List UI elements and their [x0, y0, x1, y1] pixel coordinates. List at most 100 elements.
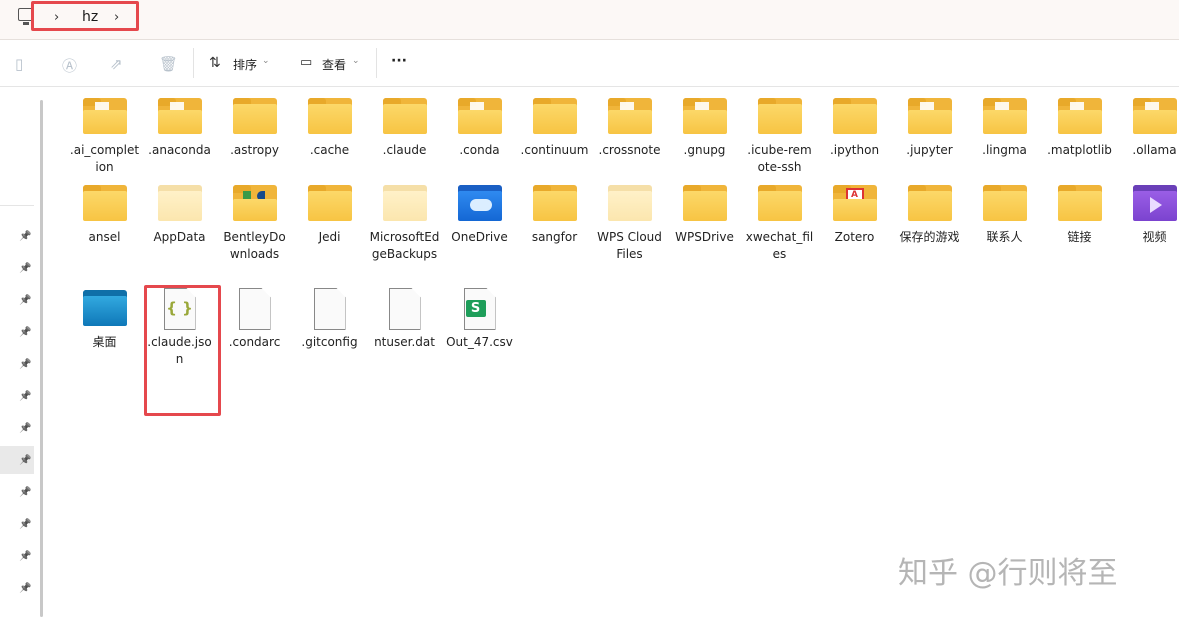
file-item[interactable]: .cache	[292, 95, 367, 159]
pin-icon[interactable]: 📌	[19, 231, 31, 242]
share-icon[interactable]: ⇗	[110, 55, 123, 73]
file-item[interactable]: WPS Cloud Files	[592, 182, 667, 263]
file-item[interactable]: AppData	[142, 182, 217, 246]
pin-icon[interactable]: 📌	[19, 327, 31, 338]
navigation-pane: 📌 📌 📌 📌 📌 📌 📌 📌 📌 📌 📌 📌	[0, 88, 41, 617]
file-item[interactable]: .claude	[367, 95, 442, 159]
file-item[interactable]: 联系人	[967, 182, 1042, 246]
file-name: 链接	[1067, 230, 1092, 244]
pin-icon[interactable]: 📌	[19, 359, 31, 370]
file-icon	[233, 288, 277, 330]
file-item[interactable]: 桌面	[67, 287, 142, 351]
folder-icon	[307, 98, 352, 136]
file-name: .jupyter	[906, 143, 953, 157]
file-item[interactable]: S Out_47.csv	[442, 287, 517, 351]
folder-icon	[757, 185, 802, 223]
more-options-button[interactable]: ···	[391, 53, 407, 69]
file-item[interactable]: .condarc	[217, 287, 292, 351]
bentley-folder-icon	[232, 185, 277, 223]
file-item[interactable]: .conda	[442, 95, 517, 159]
file-item[interactable]: 保存的游戏	[892, 182, 967, 246]
folder-icon	[382, 98, 427, 136]
file-item[interactable]: .jupyter	[892, 95, 967, 159]
pin-icon[interactable]: 📌	[19, 487, 31, 498]
folder-icon	[682, 185, 727, 223]
file-item[interactable]: .continuum	[517, 95, 592, 159]
breadcrumb-hz[interactable]: hz	[82, 9, 98, 25]
pin-icon[interactable]: 📌	[19, 263, 31, 274]
file-item[interactable]: ntuser.dat	[367, 287, 442, 351]
file-name: Zotero	[834, 230, 875, 244]
paste-icon[interactable]: ▯	[15, 55, 23, 73]
file-item[interactable]: 链接	[1042, 182, 1117, 246]
file-item[interactable]: .gitconfig	[292, 287, 367, 351]
folder-icon	[607, 98, 652, 136]
pin-icon[interactable]: 📌	[19, 391, 31, 402]
folder-icon	[457, 98, 502, 136]
file-item[interactable]: OneDrive	[442, 182, 517, 246]
file-item[interactable]: sangfor	[517, 182, 592, 246]
chevron-right-icon[interactable]: ›	[114, 10, 119, 25]
file-item[interactable]: .matplotlib	[1042, 95, 1117, 159]
pin-icon[interactable]: 📌	[19, 583, 31, 594]
pin-icon[interactable]: 📌	[19, 295, 31, 306]
file-item[interactable]: .astropy	[217, 95, 292, 159]
pin-icon[interactable]: 📌	[19, 519, 31, 530]
file-item[interactable]: .anaconda	[142, 95, 217, 159]
folder-icon	[1057, 185, 1102, 223]
file-name: .conda	[459, 143, 500, 157]
file-name: 保存的游戏	[899, 230, 960, 244]
file-name: AppData	[153, 230, 206, 244]
pin-icon[interactable]: 📌	[19, 455, 31, 466]
file-name: .cache	[309, 143, 350, 157]
file-item[interactable]: A Zotero	[817, 182, 892, 246]
folder-icon	[82, 98, 127, 136]
file-name: BentleyDownloads	[223, 230, 286, 261]
file-name: MicrosoftEdgeBackups	[369, 230, 440, 261]
file-item[interactable]: MicrosoftEdgeBackups	[367, 182, 442, 263]
file-item[interactable]: .lingma	[967, 95, 1042, 159]
rename-icon[interactable]: Ⓐ	[62, 55, 77, 76]
pin-icon[interactable]: 📌	[19, 423, 31, 434]
file-name: Jedi	[318, 230, 341, 244]
file-name: .ollama	[1132, 143, 1177, 157]
divider	[376, 48, 377, 78]
sort-icon[interactable]: ⇅	[209, 55, 221, 71]
file-name: .gitconfig	[301, 335, 358, 349]
file-item[interactable]: .ai_completion	[67, 95, 142, 176]
file-name: .icube-remote-ssh	[747, 143, 812, 174]
folder-icon	[832, 98, 877, 136]
folder-icon	[607, 185, 652, 223]
folder-icon	[1057, 98, 1102, 136]
file-item[interactable]: .gnupg	[667, 95, 742, 159]
file-item[interactable]: .ollama	[1117, 95, 1179, 159]
file-item[interactable]: Jedi	[292, 182, 367, 246]
file-icon	[308, 288, 352, 330]
csv-file-icon: S	[458, 288, 502, 330]
folder-icon	[982, 98, 1027, 136]
folder-icon	[82, 185, 127, 223]
file-item[interactable]: WPSDrive	[667, 182, 742, 246]
file-item[interactable]: 视频	[1117, 182, 1179, 246]
folder-icon	[907, 185, 952, 223]
view-icon[interactable]: ▭	[300, 55, 312, 70]
file-item[interactable]: .ipython	[817, 95, 892, 159]
file-name: .ai_completion	[69, 143, 140, 174]
pin-icon[interactable]: 📌	[19, 551, 31, 562]
file-item[interactable]: BentleyDownloads	[217, 182, 292, 263]
folder-icon	[382, 185, 427, 223]
breadcrumb-highlight: › hz ›	[31, 1, 139, 31]
file-item[interactable]: .crossnote	[592, 95, 667, 159]
sort-button[interactable]: 排序	[233, 56, 257, 73]
scrollbar[interactable]	[40, 100, 43, 617]
chevron-right-icon[interactable]: ›	[54, 10, 59, 25]
file-item[interactable]: xwechat_files	[742, 182, 817, 263]
view-button[interactable]: 查看	[322, 56, 346, 73]
file-name: Out_47.csv	[446, 335, 513, 349]
divider	[193, 48, 194, 78]
folder-icon	[1132, 98, 1177, 136]
file-item[interactable]: .icube-remote-ssh	[742, 95, 817, 176]
chevron-down-icon: ⌄	[262, 56, 270, 66]
delete-icon[interactable]: 🗑	[159, 55, 178, 73]
file-item[interactable]: ansel	[67, 182, 142, 246]
